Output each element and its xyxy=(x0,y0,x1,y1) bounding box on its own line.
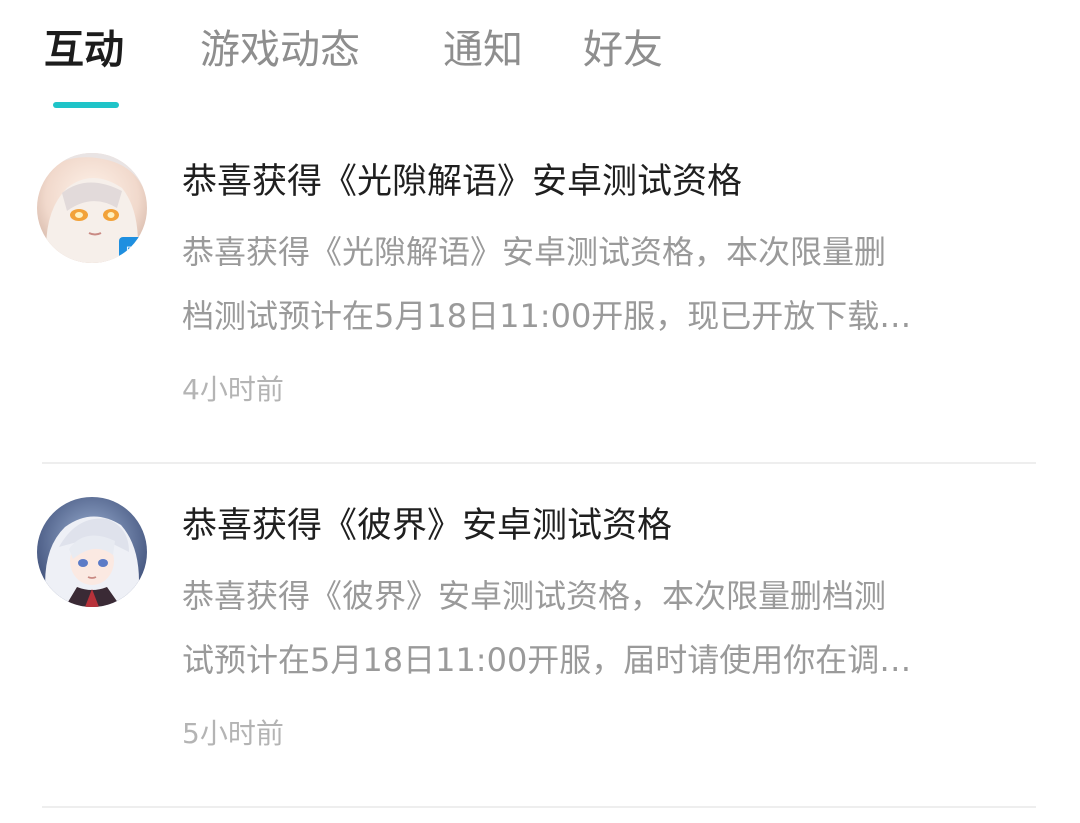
notification-body: 恭喜获得《彼界》安卓测试资格，本次限量删档测 试预计在5月18日11:00开服，… xyxy=(182,564,1042,692)
tab-interaction[interactable]: 互动 xyxy=(44,24,124,76)
tab-game-updates[interactable]: 游戏动态 xyxy=(200,24,360,76)
notification-item[interactable]: ◫ 恭喜获得《光隙解语》安卓测试资格 恭喜获得《光隙解语》安卓测试资格，本次限量… xyxy=(0,120,1080,464)
notification-body-line: 恭喜获得《光隙解语》安卓测试资格，本次限量删 xyxy=(182,233,887,271)
tab-bar: 互动 游戏动态 通知 好友 xyxy=(0,0,1080,120)
notification-time: 5小时前 xyxy=(182,717,284,750)
active-tab-indicator xyxy=(53,102,119,108)
notification-item[interactable]: 恭喜获得《彼界》安卓测试资格 恭喜获得《彼界》安卓测试资格，本次限量删档测 试预… xyxy=(0,464,1080,808)
svg-text:◫: ◫ xyxy=(125,242,140,261)
anime-character-avatar-icon xyxy=(37,497,147,607)
anime-character-avatar-icon: ◫ xyxy=(37,153,147,263)
notification-body-line: 恭喜获得《彼界》安卓测试资格，本次限量删档测 xyxy=(182,577,887,615)
divider xyxy=(42,806,1036,808)
notification-body: 恭喜获得《光隙解语》安卓测试资格，本次限量删 档测试预计在5月18日11:00开… xyxy=(182,220,1042,348)
notification-title: 恭喜获得《光隙解语》安卓测试资格 xyxy=(182,162,743,202)
notification-time: 4小时前 xyxy=(182,373,284,406)
notification-body-line: 档测试预计在5月18日11:00开服，现已开放下载… xyxy=(182,297,912,335)
tab-friends[interactable]: 好友 xyxy=(583,24,663,76)
notification-title: 恭喜获得《彼界》安卓测试资格 xyxy=(182,506,673,546)
notification-body-line: 试预计在5月18日11:00开服，届时请使用你在调… xyxy=(182,641,912,679)
avatar[interactable]: ◫ xyxy=(37,153,147,263)
notification-list: ◫ 恭喜获得《光隙解语》安卓测试资格 恭喜获得《光隙解语》安卓测试资格，本次限量… xyxy=(0,120,1080,808)
avatar[interactable] xyxy=(37,497,147,607)
tab-notifications[interactable]: 通知 xyxy=(443,24,523,76)
